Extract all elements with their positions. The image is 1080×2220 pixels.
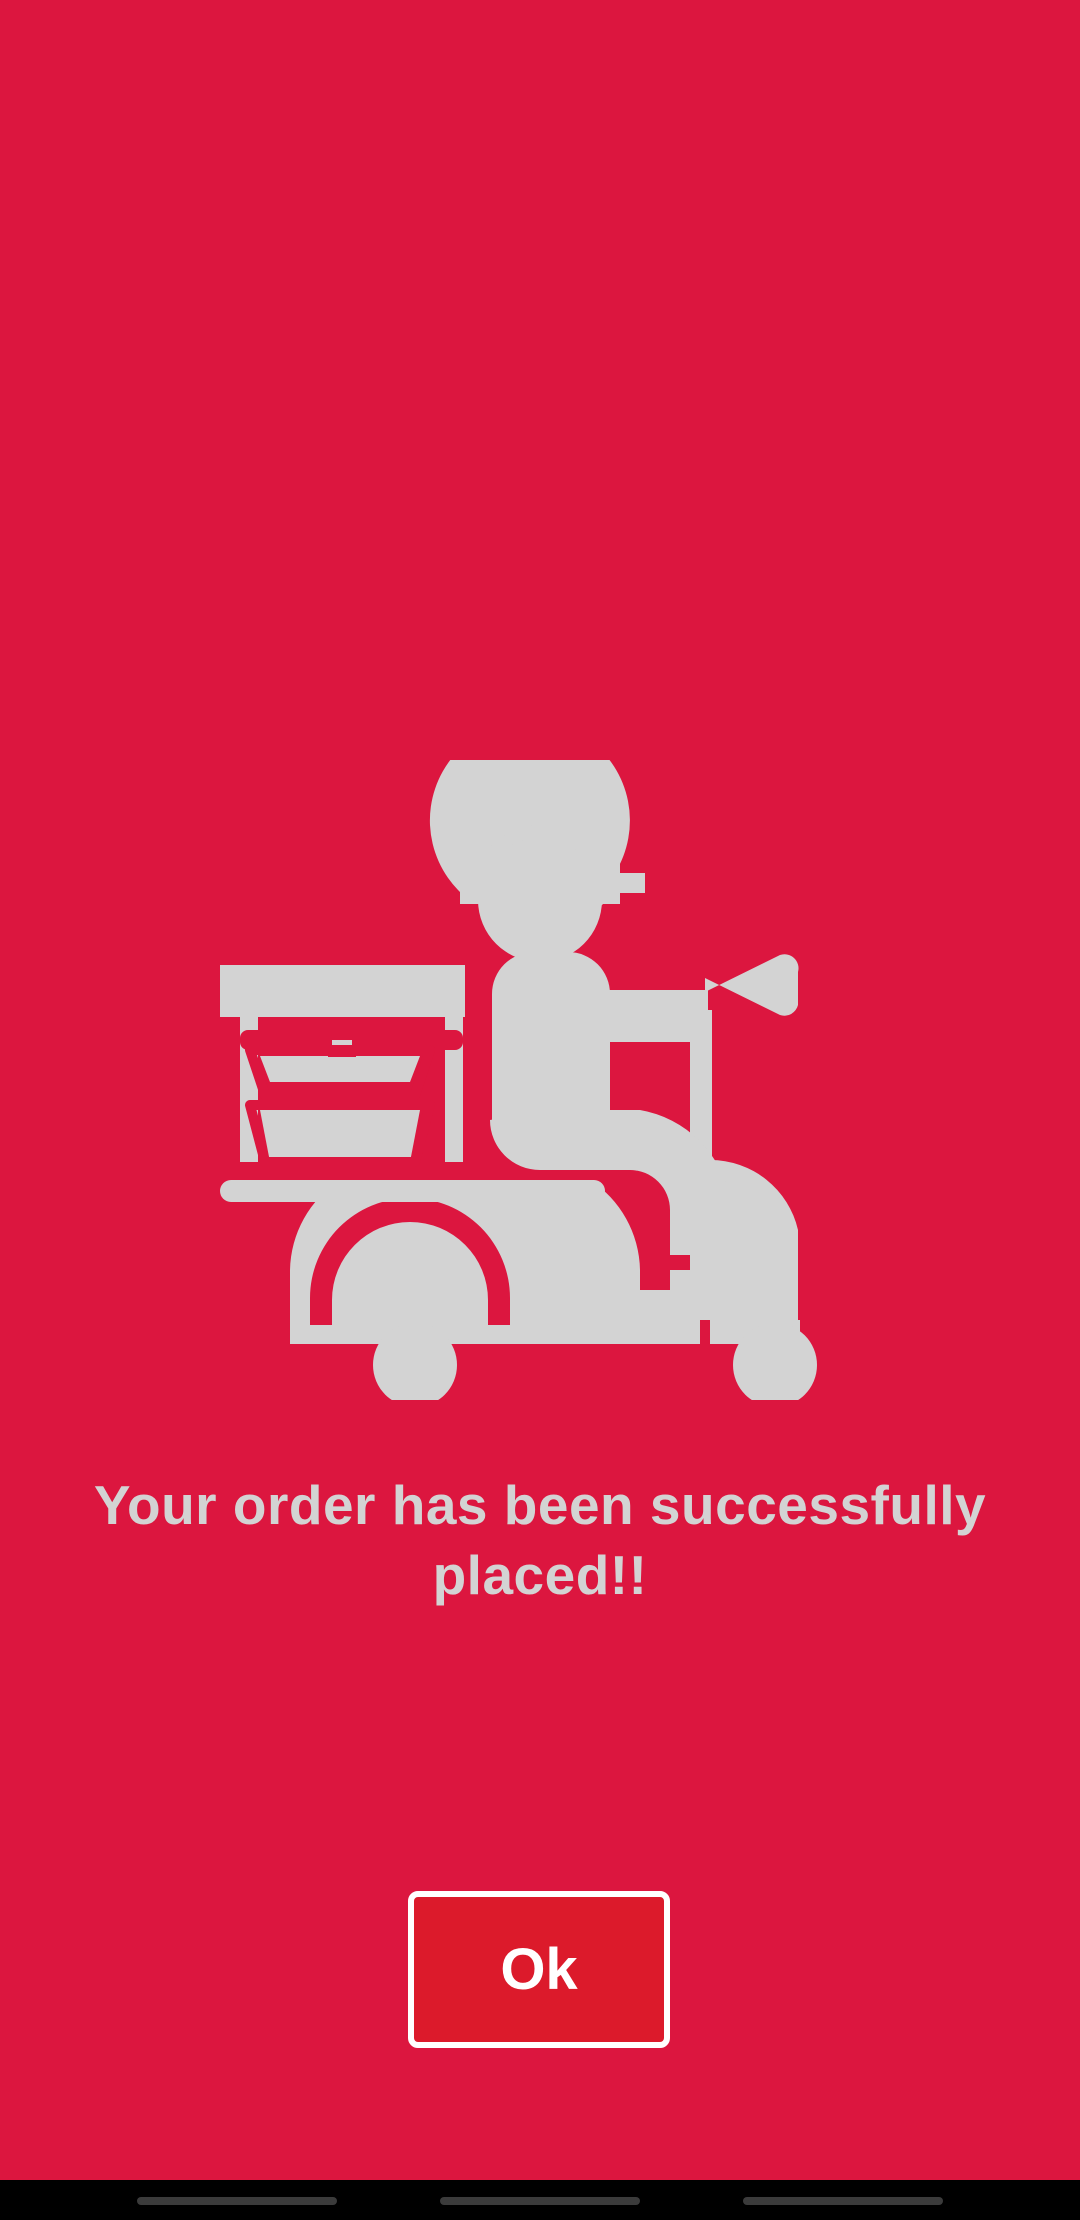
nav-recents-handle[interactable] [743,2197,943,2205]
order-success-message: Your order has been successfully placed!… [93,1474,987,1606]
nav-home-handle[interactable] [440,2197,640,2205]
ok-button[interactable]: Ok [408,1891,670,2048]
nav-back-handle[interactable] [137,2197,337,2205]
delivery-scooter-icon [220,760,817,1400]
system-navigation-bar [0,2180,1080,2220]
order-confirmation-screen: Your order has been successfully placed!… [0,0,1080,2180]
